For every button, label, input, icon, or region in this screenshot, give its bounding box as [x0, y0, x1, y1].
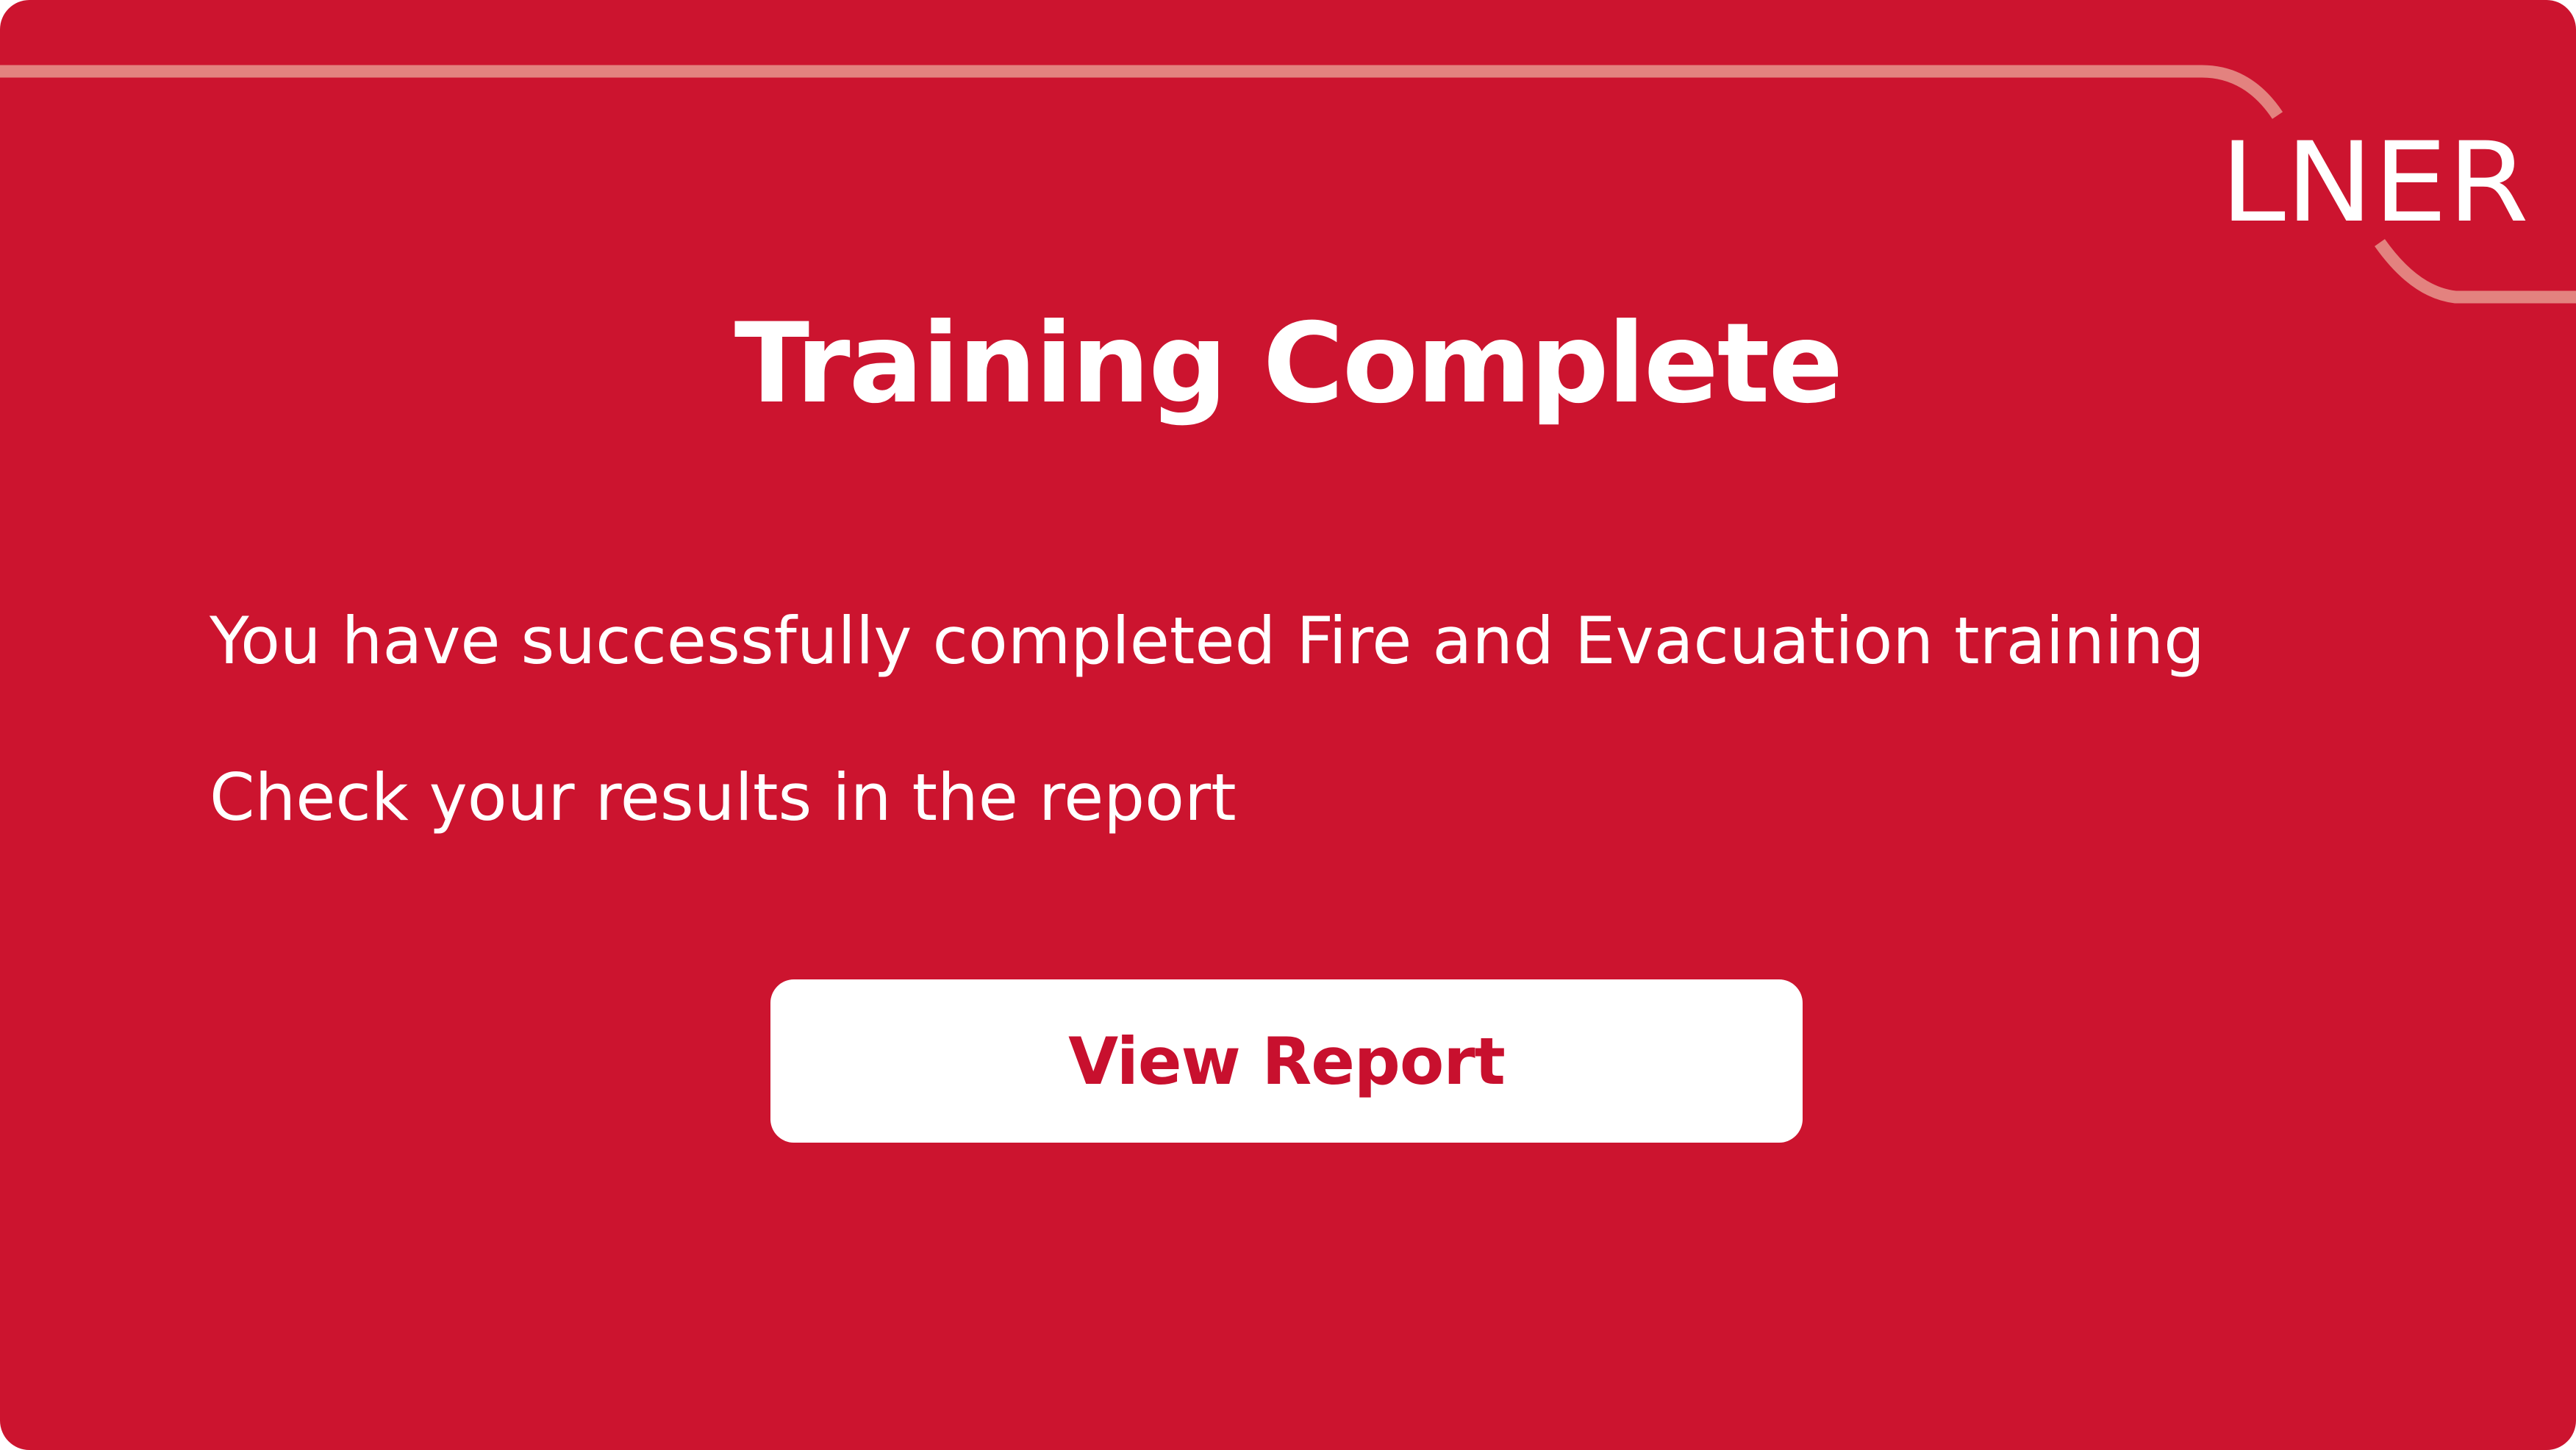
svg-text:LNER: LNER — [2220, 119, 2529, 247]
lner-logo: LNER — [2220, 119, 2529, 247]
page-title: Training Complete — [734, 300, 1843, 428]
completion-message: You have successfully completed Fire and… — [210, 603, 2205, 679]
view-report-label: View Report — [1068, 1023, 1506, 1099]
view-report-button[interactable]: View Report — [770, 979, 1803, 1143]
decorative-accent-line — [0, 65, 2576, 304]
report-instruction: Check your results in the report — [210, 760, 1237, 835]
completion-card: LNER Training Complete You have successf… — [0, 0, 2576, 1450]
